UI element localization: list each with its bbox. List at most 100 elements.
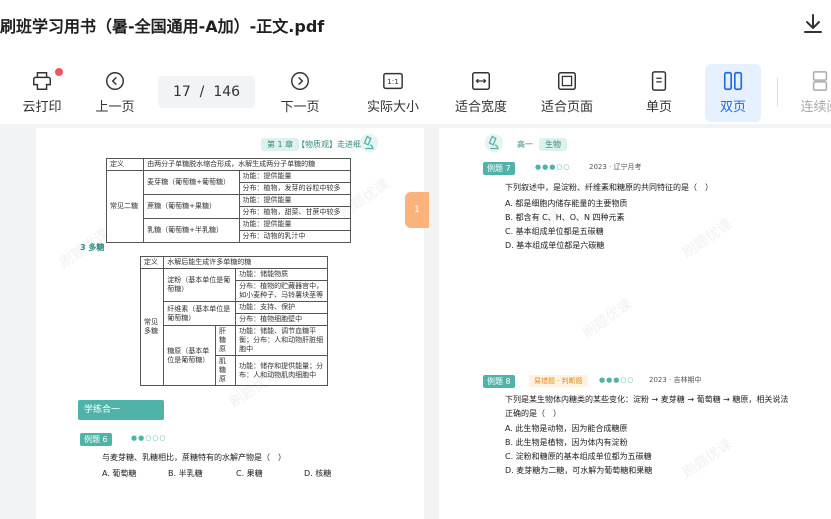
question-text: 下列是某生物体内糖类的某些变化：淀粉 → 麦芽糖 → 葡萄糖 → 糖原，相关说法 <box>505 395 789 404</box>
document-title: 刷班学习用书（暑-全国通用-A加）-正文.pdf <box>0 17 325 36</box>
single-page-button[interactable]: 单页 <box>632 64 686 115</box>
table-cell: 定义 <box>105 158 145 171</box>
table-cell: 功能：储存和提供能量；分布：人和动物肌肉细胞中 <box>235 355 328 386</box>
table-cell: 功能：提供能量 <box>238 218 352 231</box>
watermark: 刷题优课 <box>580 296 636 342</box>
disaccharide-table: 定义 由两分子单糖脱水缩合形成，水解生成两分子单糖的糖 常见二糖 麦芽糖（葡萄糖+葡… <box>105 158 352 243</box>
toolbar-divider <box>777 78 778 106</box>
grade-tag: 高一 <box>517 140 533 149</box>
fit-page-button[interactable]: 适合页面 <box>534 64 600 115</box>
table-cell: 蔗糖（葡萄糖+果糖） <box>143 194 240 219</box>
single-page-label: 单页 <box>645 100 672 115</box>
watermark: 刷题优课 <box>680 436 736 482</box>
answer-option: B. 都含有 C、H、O、N 四种元素 <box>505 213 625 222</box>
table-cell: 分布：植物的贮藏器官中，如小麦种子、马铃薯块茎等 <box>235 280 328 302</box>
microscope-icon <box>484 133 504 153</box>
left-page-tab[interactable]: 1 <box>405 192 429 228</box>
table-cell: 功能：储能、调节血糖平衡；分布：人和动物肝脏细胞中 <box>235 325 328 356</box>
print-label: 云打印 <box>22 100 62 115</box>
title-bar: 刷班学习用书（暑-全国通用-A加）-正文.pdf <box>0 0 831 50</box>
document-viewer[interactable]: 刷题优课 刷题优课 刷题优课 第 1 章 【物质观】走进细胞 定义 由两分子单糖脱… <box>0 124 831 519</box>
polysaccharide-table: 定义 水解后能生成许多单糖的糖 常见多糖 淀粉（基本单位是葡萄糖） 功能：储能物质 分… <box>139 256 328 386</box>
double-page-button[interactable]: 双页 <box>705 64 761 122</box>
difficulty-stars: ●●●○○ <box>599 376 635 384</box>
table-cell: 分布：植物，发芽的谷粒中较多 <box>238 182 352 195</box>
actual-size-icon: 1:1 <box>383 72 403 90</box>
question-source: 2023 · 吉林期中 <box>649 376 702 384</box>
question-number: 例题 8 <box>483 375 515 388</box>
page-separator: / <box>195 84 209 100</box>
next-page-button[interactable]: 下一页 <box>272 64 328 115</box>
fit-width-button[interactable]: 适合宽度 <box>448 64 514 115</box>
practice-banner: 学练合一 <box>78 400 164 420</box>
table-cell: 功能：提供能量 <box>238 170 352 183</box>
page-total: 146 <box>213 84 241 100</box>
question-text: 正确的是（ ） <box>505 409 561 418</box>
difficulty-stars: ●●○○○ <box>131 434 167 442</box>
next-label: 下一页 <box>280 100 320 115</box>
table-cell: 分布：动物的乳汁中 <box>238 230 352 243</box>
continuous-icon <box>812 71 828 91</box>
question-number: 例题 7 <box>483 162 515 175</box>
table-cell: 淀粉（基本单位是葡萄糖） <box>163 268 237 302</box>
table-cell: 乳糖（葡萄糖+半乳糖） <box>143 218 240 243</box>
prev-page-button[interactable]: 上一页 <box>86 64 144 115</box>
continuous-button[interactable]: 连续阅 <box>796 64 831 115</box>
table-cell: 纤维素（基本单位是葡萄糖） <box>163 301 237 326</box>
table-cell: 分布：植物细胞壁中 <box>235 313 328 326</box>
actual-size-icon-text: 1:1 <box>387 77 399 86</box>
table-cell: 定义 <box>139 256 165 269</box>
double-page-icon <box>723 71 743 91</box>
chevron-left-circle-icon <box>106 72 124 90</box>
microscope-icon <box>359 133 379 153</box>
table-cell: 由两分子单糖脱水缩合形成，水解生成两分子单糖的糖 <box>143 158 351 171</box>
answer-option: B. 半乳糖 <box>168 469 203 478</box>
page-current: 17 <box>172 84 191 100</box>
table-cell: 肌糖原 <box>215 355 237 386</box>
question-source: 2023 · 辽宁月考 <box>589 163 642 171</box>
question-badge: 易错题 · 判断题 <box>529 375 588 387</box>
subject-title: 生物 <box>539 138 567 151</box>
fit-page-icon <box>558 72 576 90</box>
table-cell: 常见多糖 <box>139 268 165 386</box>
actual-size-label: 实际大小 <box>366 100 419 115</box>
table-cell: 功能：提供能量 <box>238 194 352 207</box>
single-page-icon <box>651 71 667 91</box>
table-cell: 麦芽糖（葡萄糖+葡萄糖） <box>143 170 240 195</box>
page-number-input[interactable]: 17 / 146 <box>158 76 255 108</box>
fit-width-label: 适合宽度 <box>454 100 507 115</box>
answer-option: C. 基本组成单位都是五碳糖 <box>505 227 604 236</box>
answer-option: D. 基本组成单位都是六碳糖 <box>505 241 605 250</box>
chevron-right-circle-icon <box>291 72 309 90</box>
table-cell: 功能：储能物质 <box>235 268 328 281</box>
answer-option: D. 核糖 <box>304 469 332 478</box>
difficulty-stars: ●●●○○ <box>535 163 571 171</box>
answer-option: A. 此生物是动物，因为能合成糖原 <box>505 424 628 433</box>
answer-option: C. 淀粉和糖原的基本组成单位都为五碳糖 <box>505 452 652 461</box>
question-number: 例题 6 <box>80 433 112 446</box>
answer-option: B. 此生物是植物，因为体内有淀粉 <box>505 438 628 447</box>
actual-size-button[interactable]: 1:1 实际大小 <box>360 64 426 115</box>
answer-option: C. 果糖 <box>236 469 263 478</box>
section-heading: 3 多糖 <box>80 243 105 252</box>
printer-icon <box>33 72 51 90</box>
table-cell: 肝糖原 <box>215 325 237 356</box>
left-page: 刷题优课 刷题优课 刷题优课 第 1 章 【物质观】走进细胞 定义 由两分子单糖脱… <box>36 128 424 519</box>
fit-width-icon <box>472 72 490 90</box>
table-cell: 糖原（基本单位是葡萄糖） <box>163 325 217 386</box>
watermark: 刷题优课 <box>680 216 736 262</box>
fit-page-label: 适合页面 <box>540 100 593 115</box>
answer-option: D. 麦芽糖为二糖，可水解为葡萄糖和果糖 <box>505 466 653 475</box>
toolbar: 云打印 上一页 17 / 146 下一页 1:1 实际大小 适合宽度 适合页面 … <box>0 58 831 124</box>
prev-label: 上一页 <box>95 100 135 115</box>
table-cell: 水解后能生成许多单糖的糖 <box>163 256 328 269</box>
answer-option: A. 葡萄糖 <box>102 469 137 478</box>
right-page: 刷题优课 刷题优课 刷题优课 刷题优课 高一 生物 例题 7 ●●●○○ 202… <box>439 128 831 519</box>
answer-option: A. 都是细胞内储存能量的主要物质 <box>505 199 628 208</box>
continuous-label: 连续阅 <box>800 100 831 115</box>
table-cell: 常见二糖 <box>105 170 145 243</box>
question-text: 与麦芽糖、乳糖相比，蔗糖特有的水解产物是（ ） <box>102 453 286 462</box>
table-cell: 分布：植物，甜菜、甘蔗中较多 <box>238 206 352 219</box>
table-cell: 功能：支持、保护 <box>235 301 328 314</box>
download-icon[interactable] <box>801 12 825 36</box>
